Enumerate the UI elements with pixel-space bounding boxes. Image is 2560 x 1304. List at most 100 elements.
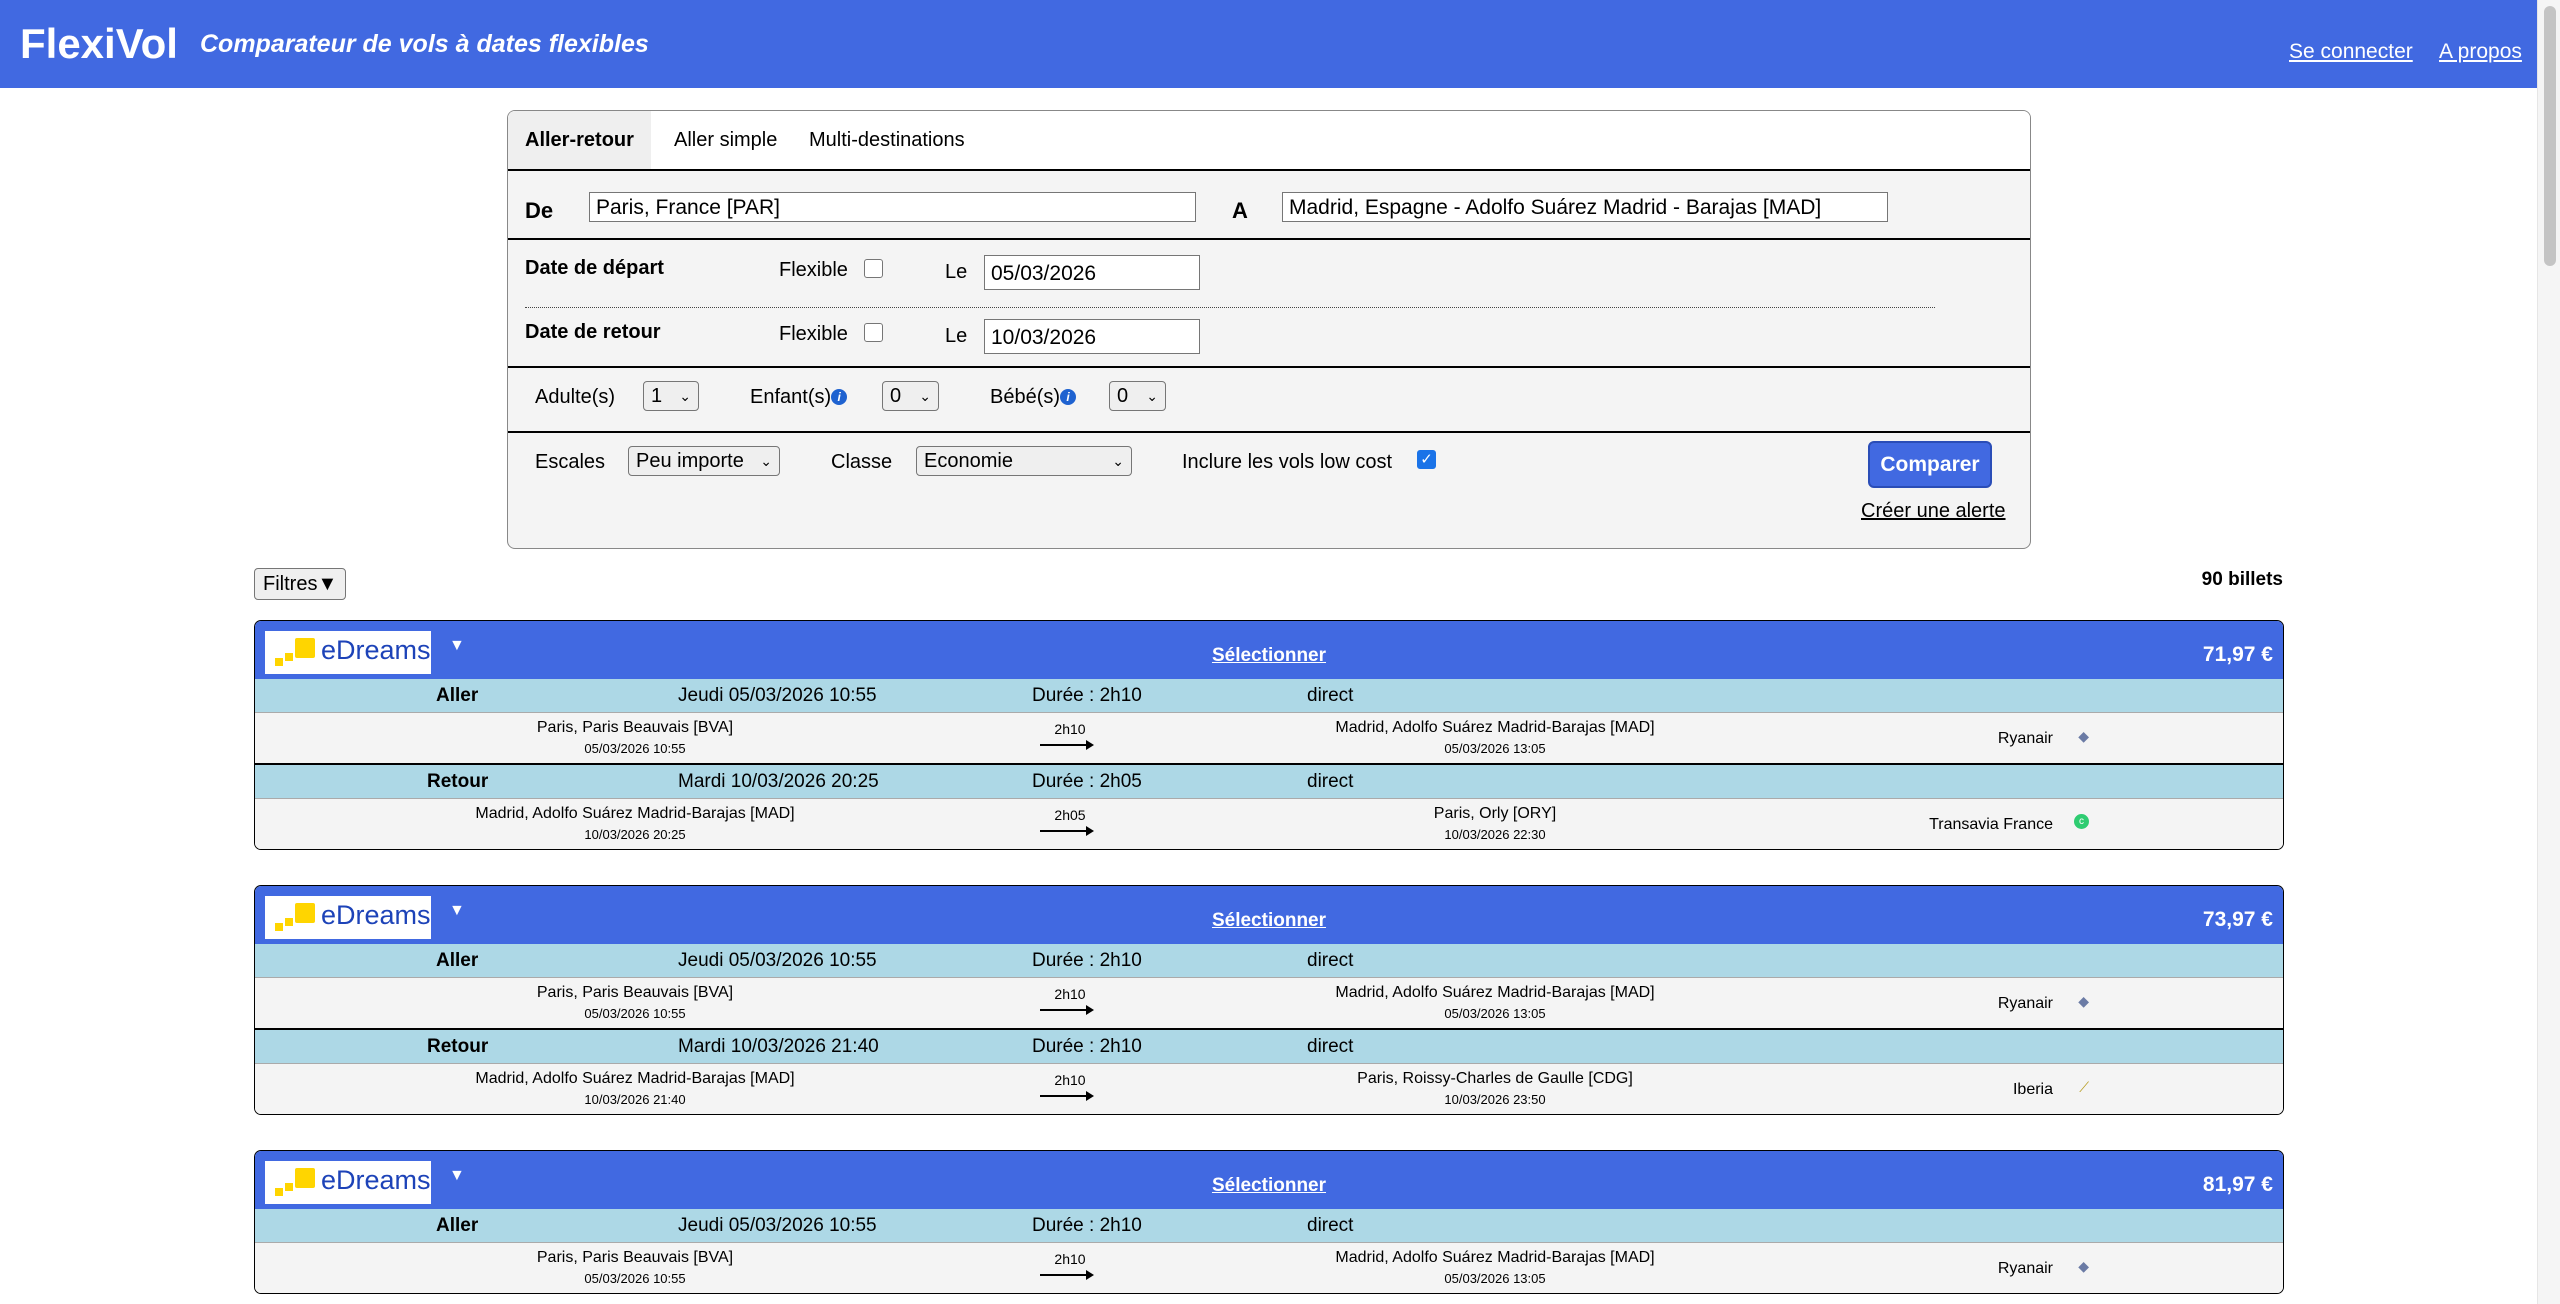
compare-button[interactable]: Comparer xyxy=(1868,441,1992,488)
lowcost-checkbox[interactable]: ✓ xyxy=(1417,450,1436,469)
vendor-logo[interactable]: eDreams xyxy=(265,1161,431,1204)
from-input[interactable]: Paris, France [PAR] xyxy=(589,192,1196,222)
departure-time: 10/03/2026 21:40 xyxy=(584,1092,686,1107)
stops-select-value: Peu importe xyxy=(636,450,744,472)
divider xyxy=(508,431,2030,433)
tab-one-way[interactable]: Aller simple xyxy=(657,111,794,169)
info-icon[interactable]: i xyxy=(831,389,848,405)
depart-date-label: Date de départ xyxy=(525,257,664,279)
result-card-header: eDreams ▼ Sélectionner 71,97 € xyxy=(255,621,2283,679)
class-select[interactable]: Economie ⌄ xyxy=(916,446,1132,476)
leg-header: Aller Jeudi 05/03/2026 10:55 Durée : 2h10 d… xyxy=(255,944,2283,977)
leg-details: Paris, Paris Beauvais [BVA] 05/03/2026 10… xyxy=(255,977,2283,1030)
arrow-right-icon xyxy=(1040,826,1094,836)
segment-duration: 2h10 xyxy=(1054,1251,1086,1267)
ryanair-logo-icon: ◆ xyxy=(2078,728,2089,744)
leg-duration: Durée : 2h10 xyxy=(1032,950,1142,971)
departure-airport: Madrid, Adolfo Suárez Madrid-Barajas [MA… xyxy=(475,805,795,822)
expand-triangle-icon[interactable]: ▼ xyxy=(449,637,465,655)
departure-airport: Paris, Paris Beauvais [BVA] xyxy=(536,719,734,736)
leg-direction: Aller xyxy=(436,950,479,971)
arrow-right-icon xyxy=(1040,1270,1094,1280)
divider xyxy=(508,366,2030,368)
vendor-name: eDreams xyxy=(321,635,431,665)
vendor-logo[interactable]: eDreams xyxy=(265,631,431,674)
price: 81,97 € xyxy=(2202,1173,2273,1196)
logo-square xyxy=(295,1168,315,1188)
departure-place: Madrid, Adolfo Suárez Madrid-Barajas [MA… xyxy=(335,799,935,842)
vendor-logo[interactable]: eDreams xyxy=(265,896,431,939)
tab-multi-destination[interactable]: Multi-destinations xyxy=(792,111,982,169)
arrow-right-icon xyxy=(1040,740,1094,750)
airline-name: Iberia xyxy=(2012,1081,2053,1098)
stops-select[interactable]: Peu importe ⌄ xyxy=(628,446,780,476)
tab-round-trip[interactable]: Aller-retour xyxy=(508,111,651,169)
depart-flexible-checkbox[interactable] xyxy=(864,259,883,278)
select-link[interactable]: Sélectionner xyxy=(1212,910,1326,931)
vendor-name: eDreams xyxy=(321,1165,431,1195)
depart-flexible-label: Flexible xyxy=(779,259,848,281)
departure-time: 05/03/2026 10:55 xyxy=(584,1006,686,1021)
info-icon[interactable]: i xyxy=(1060,389,1077,405)
arrival-time: 05/03/2026 13:05 xyxy=(1444,741,1546,756)
leg-details: Madrid, Adolfo Suárez Madrid-Barajas [MA… xyxy=(255,1063,2283,1114)
top-header: FlexiVol Comparateur de vols à dates fle… xyxy=(0,0,2538,88)
departure-place: Paris, Paris Beauvais [BVA] 05/03/2026 10… xyxy=(335,1243,935,1286)
to-input[interactable]: Madrid, Espagne - Adolfo Suárez Madrid -… xyxy=(1282,192,1888,222)
login-link[interactable]: Se connecter xyxy=(2289,40,2413,64)
logo-dot xyxy=(285,653,293,661)
about-link[interactable]: A propos xyxy=(2439,40,2522,64)
site-tagline: Comparateur de vols à dates flexibles xyxy=(200,30,649,58)
leg-stops: direct xyxy=(1307,1215,1354,1236)
return-flexible-checkbox[interactable] xyxy=(864,323,883,342)
arrival-place: Madrid, Adolfo Suárez Madrid-Barajas [MA… xyxy=(1195,1243,1795,1286)
page-scrollbar[interactable] xyxy=(2537,0,2560,1304)
select-link[interactable]: Sélectionner xyxy=(1212,645,1326,666)
divider xyxy=(508,238,2030,240)
arrival-time: 10/03/2026 22:30 xyxy=(1444,827,1546,842)
arrival-airport: Madrid, Adolfo Suárez Madrid-Barajas [MA… xyxy=(1335,1249,1655,1266)
filters-button[interactable]: Filtres▼ xyxy=(254,568,347,600)
return-date-input[interactable]: 10/03/2026 xyxy=(984,319,1200,354)
children-label-text: Enfant(s) xyxy=(750,386,832,408)
chevron-down-icon: ⌄ xyxy=(679,388,691,404)
scrollbar-thumb[interactable] xyxy=(2544,6,2556,266)
airline-name: Ryanair xyxy=(1997,730,2053,747)
class-select-value: Economie xyxy=(924,450,1013,472)
arrival-place: Madrid, Adolfo Suárez Madrid-Barajas [MA… xyxy=(1195,713,1795,756)
leg-date: Mardi 10/03/2026 20:25 xyxy=(678,771,879,792)
leg-header: Aller Jeudi 05/03/2026 10:55 Durée : 2h10 d… xyxy=(255,1209,2283,1242)
expand-triangle-icon[interactable]: ▼ xyxy=(449,902,465,920)
arrival-airport: Paris, Orly [ORY] xyxy=(1433,805,1557,822)
chevron-down-icon: ⌄ xyxy=(1112,453,1124,469)
search-form: Aller-retour Aller simple Multi-destinat… xyxy=(507,110,2031,549)
arrival-time: 10/03/2026 23:50 xyxy=(1444,1092,1546,1107)
transavia-logo-icon: c xyxy=(2074,814,2089,829)
ryanair-logo-icon: ◆ xyxy=(2078,993,2089,1009)
create-alert-link[interactable]: Créer une alerte xyxy=(1861,500,2006,523)
segment-duration: 2h10 xyxy=(1054,986,1086,1002)
departure-airport: Paris, Paris Beauvais [BVA] xyxy=(536,984,734,1001)
result-card: eDreams ▼ Sélectionner 73,97 € Aller Jeudi 05… xyxy=(254,885,2284,1115)
site-logo[interactable]: FlexiVol xyxy=(20,20,178,68)
leg-duration: Durée : 2h10 xyxy=(1032,1036,1142,1057)
leg-details: Paris, Paris Beauvais [BVA] 05/03/2026 10… xyxy=(255,712,2283,765)
departure-airport: Paris, Paris Beauvais [BVA] xyxy=(536,1249,734,1266)
adults-label: Adulte(s) xyxy=(535,386,616,408)
children-select[interactable]: 0 ⌄ xyxy=(882,381,939,411)
adults-select[interactable]: 1 ⌄ xyxy=(643,381,699,411)
airline-name: Transavia France xyxy=(1929,816,2053,833)
select-link[interactable]: Sélectionner xyxy=(1212,1175,1326,1196)
from-label: De xyxy=(525,198,554,223)
leg-stops: direct xyxy=(1307,1036,1354,1057)
chevron-down-icon: ⌄ xyxy=(1146,388,1158,404)
leg-stops: direct xyxy=(1307,771,1354,792)
leg-direction: Retour xyxy=(427,1036,489,1057)
iberia-logo-icon: ⟋ xyxy=(2079,1079,2089,1095)
leg-header: Retour Mardi 10/03/2026 20:25 Durée : 2h05… xyxy=(255,765,2283,798)
depart-date-input[interactable]: 05/03/2026 xyxy=(984,255,1200,290)
arrival-place: Paris, Orly [ORY] 10/03/2026 22:30 xyxy=(1195,799,1795,842)
result-card: eDreams ▼ Sélectionner 81,97 € Aller Jeudi 05… xyxy=(254,1150,2284,1294)
expand-triangle-icon[interactable]: ▼ xyxy=(449,1167,465,1185)
babies-select[interactable]: 0 ⌄ xyxy=(1109,381,1166,411)
